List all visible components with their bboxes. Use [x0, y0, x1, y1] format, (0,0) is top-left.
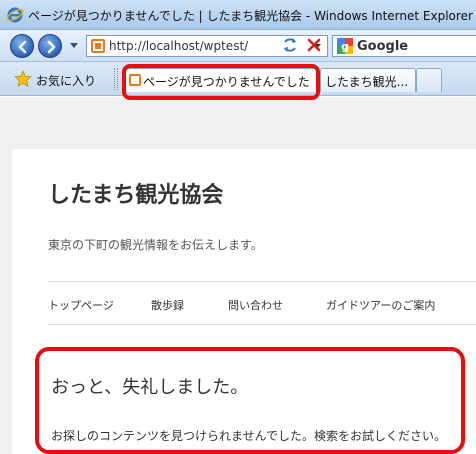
- tab-divider: [114, 68, 118, 90]
- site-title[interactable]: したまち観光協会: [48, 177, 223, 209]
- forward-icon: [47, 40, 56, 54]
- recent-pages-dropdown-icon[interactable]: [70, 43, 78, 49]
- window-title-bar: ページが見つかりませんでした | したまち観光協会 - Windows Inte…: [0, 0, 476, 30]
- search-box[interactable]: g Google: [332, 35, 476, 57]
- navigation-bar: http://localhost/wptest/ g Google: [0, 30, 476, 62]
- internet-explorer-icon: [6, 7, 24, 23]
- menu-item-guided-tours[interactable]: ガイドツアーのご案内: [326, 297, 435, 313]
- favorites-star-icon: [14, 70, 32, 88]
- tab-row: お気に入り ページが見つかりませんでした したまち観光...: [0, 62, 476, 96]
- menu-divider: [48, 324, 476, 325]
- refresh-icon[interactable]: [280, 34, 300, 56]
- site-favicon-icon: [91, 39, 105, 53]
- svg-text:g: g: [341, 40, 349, 53]
- tab-label: ページが見つかりませんでした: [143, 75, 310, 89]
- favorites-label: お気に入り: [36, 74, 97, 88]
- menu-item-walk-log[interactable]: 散歩録: [151, 297, 184, 313]
- search-provider-label: Google: [357, 39, 409, 54]
- address-url[interactable]: http://localhost/wptest/: [109, 39, 299, 53]
- stop-icon[interactable]: [304, 34, 324, 56]
- menu-divider: [48, 281, 476, 282]
- error-heading: おっと、失礼しました。: [51, 377, 249, 398]
- site-description: 東京の下町の観光情報をお伝えします。: [48, 238, 263, 252]
- tab-favicon-icon: [129, 74, 141, 86]
- tab-not-found[interactable]: ページが見つかりませんでした: [124, 68, 318, 92]
- menu-item-contact[interactable]: 問い合わせ: [228, 297, 283, 313]
- error-message: お探しのコンテンツを見つけられませんでした。検索をお試しください。: [51, 429, 447, 443]
- tab-shitamachi[interactable]: したまち観光...: [320, 68, 416, 92]
- tab-label: したまち観光...: [325, 75, 409, 89]
- back-icon: [18, 40, 27, 54]
- forward-button[interactable]: [38, 34, 62, 58]
- page-viewport: [0, 97, 476, 454]
- window-title: ページが見つかりませんでした | したまち観光協会 - Windows Inte…: [28, 9, 473, 23]
- menu-item-top[interactable]: トップページ: [48, 297, 114, 313]
- google-icon: g: [337, 38, 353, 54]
- back-button[interactable]: [10, 34, 34, 58]
- new-tab-button[interactable]: [416, 68, 442, 92]
